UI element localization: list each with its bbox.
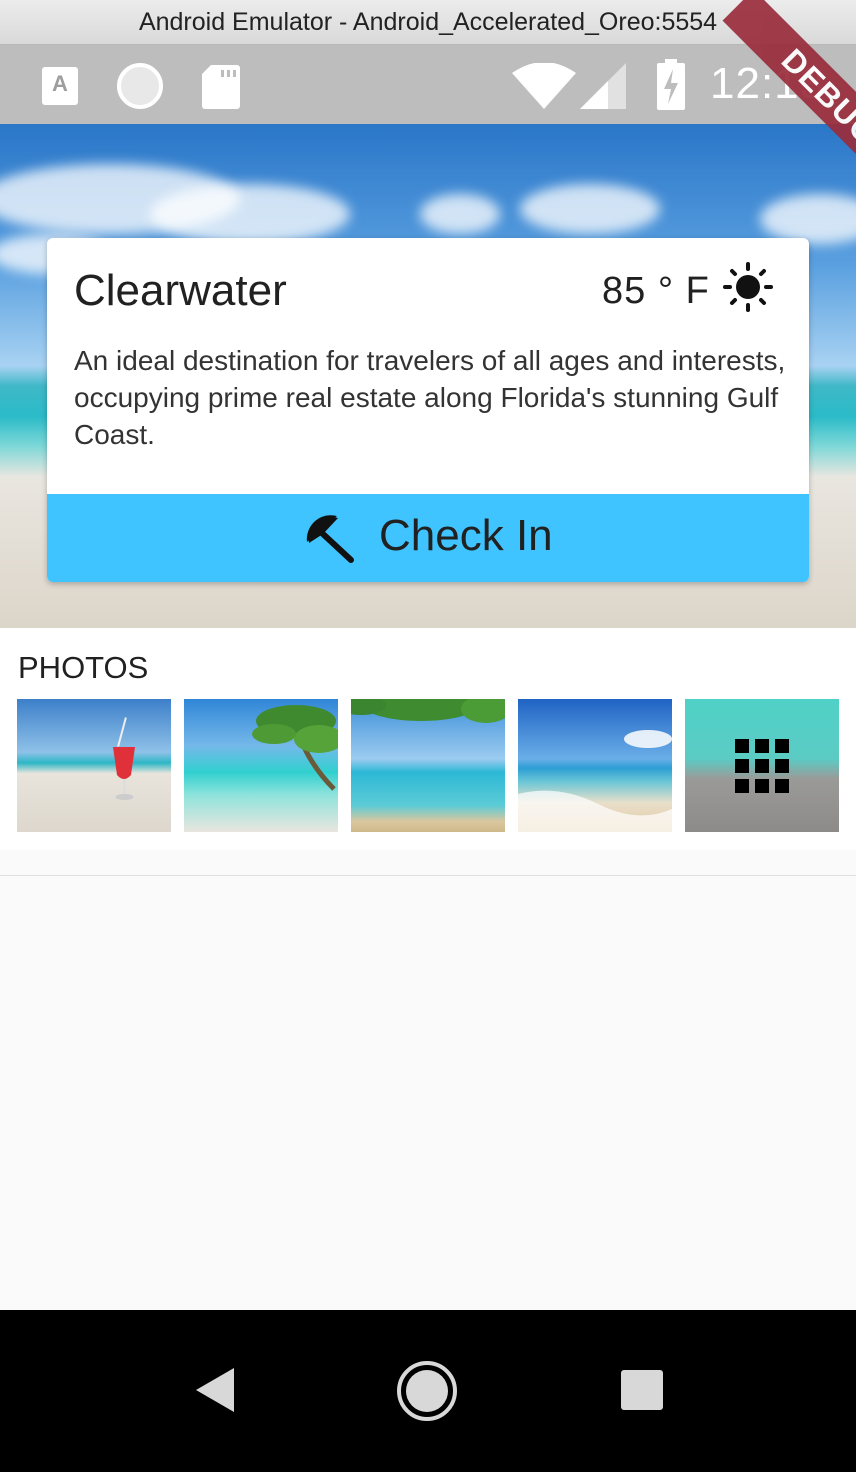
battery-charging-icon — [656, 59, 686, 116]
photos-section: PHOTOS — [0, 628, 856, 850]
font-a-icon: A — [42, 67, 78, 105]
android-nav-bar — [0, 1310, 856, 1472]
grid-icon — [735, 739, 789, 798]
check-in-label: Check In — [379, 511, 553, 560]
destination-description: An ideal destination for travelers of al… — [74, 345, 786, 450]
photo-drink-on-beach[interactable] — [17, 699, 171, 832]
signal-icon — [580, 61, 628, 116]
photo-blurred-more[interactable] — [685, 699, 839, 832]
sync-circle-icon — [117, 63, 163, 109]
home-button[interactable] — [396, 1360, 458, 1427]
sun-icon — [723, 262, 773, 317]
recent-apps-button[interactable] — [621, 1370, 663, 1410]
destination-card: Clearwater 85 ° F An ideal destination f… — [47, 238, 809, 582]
beach-umbrella-icon — [303, 512, 357, 569]
back-button[interactable] — [194, 1366, 236, 1419]
photos-heading: PHOTOS — [18, 650, 149, 685]
destination-title: Clearwater — [74, 266, 287, 315]
temperature: 85 ° F — [602, 270, 710, 312]
sd-card-icon — [201, 65, 241, 114]
section-divider — [0, 875, 856, 876]
wifi-icon — [512, 62, 576, 116]
window-title: Android Emulator - Android_Accelerated_O… — [138, 8, 718, 36]
status-bar: A 12:13 — [0, 45, 856, 124]
check-in-button[interactable]: Check In — [47, 494, 809, 582]
photo-palm-beach[interactable] — [184, 699, 338, 832]
photo-tree-ocean[interactable] — [351, 699, 505, 832]
photo-shoreline[interactable] — [518, 699, 672, 832]
